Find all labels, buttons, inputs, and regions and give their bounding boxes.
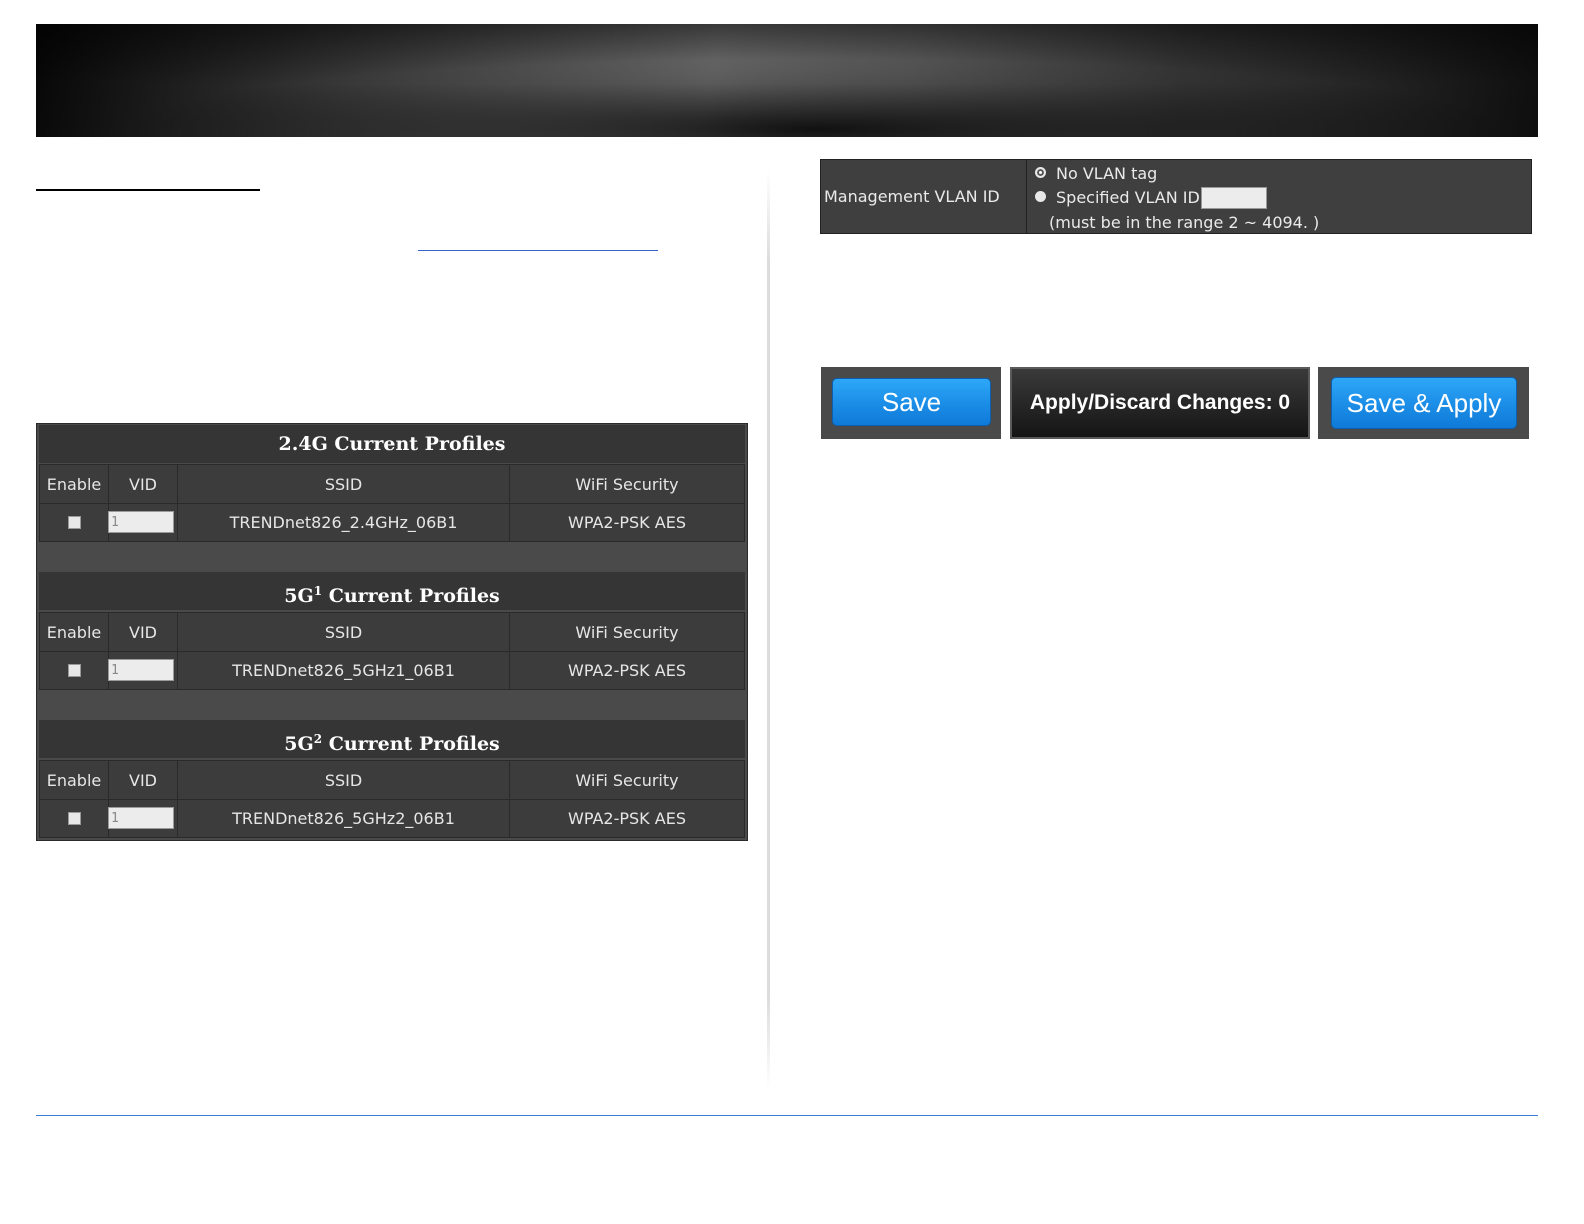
header-wifi-security: WiFi Security [509, 612, 745, 652]
no-vlan-tag-radio[interactable] [1035, 167, 1046, 178]
ssid-value-5g1: TRENDnet826_5GHz1_06B1 [177, 651, 510, 690]
profile-title-5g1: 5G1 Current Profiles [39, 572, 745, 610]
profile-title-rest: Current Profiles [322, 585, 500, 607]
enable-checkbox-5g2[interactable] [67, 812, 81, 825]
save-apply-button-frame: Save & Apply [1318, 367, 1529, 439]
management-vlan-panel: Management VLAN ID No VLAN tag Specified… [820, 159, 1532, 234]
save-button[interactable]: Save [832, 378, 991, 426]
profile-title-2g: 2.4G Current Profiles [39, 425, 745, 463]
vlan-range-note: (must be in the range 2 ~ 4094. ) [1049, 213, 1320, 232]
vid-input-5g1[interactable]: 1 [108, 659, 174, 681]
enable-cell [39, 503, 109, 542]
header-enable: Enable [39, 760, 109, 800]
no-vlan-tag-label: No VLAN tag [1056, 164, 1158, 183]
save-button-frame: Save [821, 367, 1001, 439]
hyperlink-underline[interactable] [418, 250, 658, 251]
section-underline [36, 189, 260, 191]
profile-title-rest: Current Profiles [322, 733, 500, 755]
profile-title-text: 5G [284, 585, 314, 607]
header-vid: VID [108, 760, 178, 800]
enable-checkbox-2g[interactable] [67, 516, 81, 529]
specified-vlan-radio[interactable] [1035, 191, 1046, 202]
header-wifi-security: WiFi Security [509, 760, 745, 800]
header-vid: VID [108, 464, 178, 504]
wifi-profiles-panel: 2.4G Current Profiles Enable VID SSID Wi… [36, 423, 748, 841]
management-vlan-label: Management VLAN ID [821, 160, 1027, 233]
header-enable: Enable [39, 612, 109, 652]
header-banner [36, 24, 1538, 137]
footer-rule [36, 1115, 1538, 1116]
vlan-id-input[interactable] [1201, 187, 1267, 209]
header-ssid: SSID [177, 760, 510, 800]
column-divider [767, 170, 770, 1090]
header-ssid: SSID [177, 464, 510, 504]
specified-vlan-label: Specified VLAN ID [1056, 188, 1200, 207]
header-vid: VID [108, 612, 178, 652]
ssid-value-5g2: TRENDnet826_5GHz2_06B1 [177, 799, 510, 838]
security-value-2g: WPA2-PSK AES [509, 503, 745, 542]
profile-title-text: 2.4G Current Profiles [278, 433, 506, 455]
apply-discard-changes-button[interactable]: Apply/Discard Changes: 0 [1010, 367, 1310, 439]
vid-input-2g[interactable]: 1 [108, 511, 174, 533]
header-wifi-security: WiFi Security [509, 464, 745, 504]
enable-checkbox-5g1[interactable] [67, 664, 81, 677]
enable-cell [39, 651, 109, 690]
profile-title-text: 5G [284, 733, 314, 755]
enable-cell [39, 799, 109, 838]
profile-title-sup: 2 [313, 732, 323, 746]
security-value-5g2: WPA2-PSK AES [509, 799, 745, 838]
header-ssid: SSID [177, 612, 510, 652]
header-enable: Enable [39, 464, 109, 504]
vid-input-5g2[interactable]: 1 [108, 807, 174, 829]
save-and-apply-button[interactable]: Save & Apply [1331, 377, 1517, 429]
security-value-5g1: WPA2-PSK AES [509, 651, 745, 690]
profile-title-5g2: 5G2 Current Profiles [39, 720, 745, 758]
profile-title-sup: 1 [313, 584, 323, 598]
ssid-value-2g: TRENDnet826_2.4GHz_06B1 [177, 503, 510, 542]
